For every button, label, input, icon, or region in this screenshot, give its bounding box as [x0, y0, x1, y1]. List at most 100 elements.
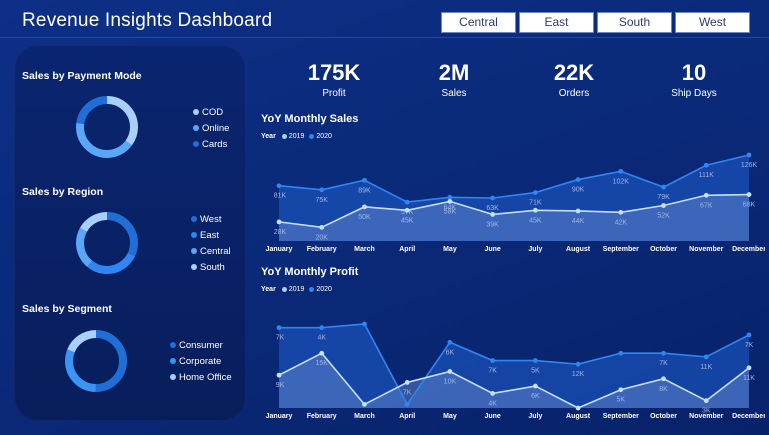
- x-tick-label: July: [528, 413, 542, 420]
- data-label-2019: 45K: [529, 217, 542, 224]
- data-point-2020[interactable]: [703, 162, 709, 168]
- data-point-2019[interactable]: [575, 208, 581, 214]
- data-point-2019[interactable]: [575, 405, 581, 411]
- data-point-2019[interactable]: [404, 207, 410, 213]
- legend-item-2020: 2020: [309, 286, 332, 293]
- data-label-2020: 75K: [315, 197, 328, 204]
- data-point-2020[interactable]: [404, 199, 410, 205]
- x-tick-label: April: [399, 413, 415, 420]
- legend-item-online: Online: [193, 120, 229, 136]
- data-label-2019: 67K: [700, 202, 713, 209]
- x-tick-label: January: [266, 246, 293, 253]
- kpi-label: Ship Days: [671, 88, 717, 99]
- data-point-2020[interactable]: [319, 325, 325, 331]
- data-point-2019[interactable]: [618, 387, 624, 393]
- data-point-2020[interactable]: [661, 184, 666, 190]
- data-label-2019: 39K: [486, 221, 499, 228]
- data-point-2020[interactable]: [618, 350, 624, 356]
- x-tick-label: September: [603, 246, 639, 253]
- data-point-2019[interactable]: [404, 380, 410, 385]
- data-point-2019[interactable]: [319, 224, 325, 230]
- data-label-2019: 8K: [659, 386, 668, 393]
- region-heading: Sales by Region: [22, 186, 104, 198]
- legend-item-cod: COD: [193, 104, 229, 120]
- x-tick-label: February: [307, 413, 337, 420]
- data-label-2019: 50K: [358, 214, 371, 221]
- data-point-2020[interactable]: [404, 401, 410, 407]
- data-label-2020: 4K: [317, 335, 326, 342]
- legend-dot: [281, 287, 287, 292]
- data-point-2020[interactable]: [532, 190, 538, 195]
- data-point-2020[interactable]: [362, 177, 367, 183]
- data-label-2019: 15K: [315, 360, 328, 367]
- x-tick-label: July: [528, 246, 542, 253]
- data-point-2019[interactable]: [661, 376, 666, 382]
- x-tick-label: December: [732, 413, 765, 420]
- legend-label: COD: [202, 106, 224, 118]
- legend-dot: [170, 374, 176, 380]
- data-point-2020[interactable]: [532, 358, 538, 363]
- x-tick-label: May: [443, 246, 457, 253]
- kpi-label: Sales: [441, 88, 467, 99]
- data-point-2019[interactable]: [490, 211, 496, 217]
- data-point-2019[interactable]: [746, 365, 752, 371]
- data-point-2019[interactable]: [661, 203, 666, 208]
- data-point-2020[interactable]: [276, 183, 282, 189]
- filter-button-south[interactable]: South: [597, 12, 672, 33]
- legend-item-home-office: Home Office: [170, 369, 232, 385]
- profit-chart-legend: Year 2019 2020: [261, 286, 337, 293]
- data-label-2020: 102K: [613, 178, 630, 185]
- data-point-2019[interactable]: [276, 372, 282, 378]
- legend-dot: [309, 134, 315, 139]
- data-point-2020[interactable]: [276, 325, 282, 331]
- data-point-2020[interactable]: [490, 358, 496, 363]
- legend-item-cards: Cards: [193, 136, 229, 152]
- kpi-value: 2M: [438, 60, 470, 85]
- data-point-2019[interactable]: [746, 192, 752, 197]
- data-point-2020[interactable]: [447, 339, 453, 345]
- data-point-2019[interactable]: [532, 383, 538, 389]
- filter-button-east[interactable]: East: [519, 12, 594, 33]
- legend-label: South: [200, 261, 225, 273]
- data-point-2020[interactable]: [661, 350, 666, 356]
- data-point-2019[interactable]: [319, 350, 325, 356]
- data-point-2019[interactable]: [532, 207, 538, 213]
- data-point-2020[interactable]: [447, 194, 453, 200]
- data-point-2020[interactable]: [746, 152, 752, 158]
- data-point-2019[interactable]: [618, 209, 624, 215]
- data-point-2020[interactable]: [575, 177, 581, 182]
- data-point-2020[interactable]: [490, 195, 496, 201]
- legend-item-south: South: [191, 259, 231, 275]
- legend-dot: [191, 264, 197, 270]
- x-tick-label: November: [689, 413, 724, 420]
- x-tick-label: February: [307, 246, 337, 253]
- header-divider: [0, 37, 769, 38]
- data-point-2020[interactable]: [703, 354, 709, 360]
- data-point-2019[interactable]: [447, 199, 453, 204]
- data-label-2020: 7K: [276, 335, 285, 342]
- data-point-2019[interactable]: [703, 192, 709, 198]
- payment-mode-legend: COD Online Cards: [193, 104, 229, 152]
- data-label-2019: 9K: [276, 382, 285, 389]
- data-point-2020[interactable]: [362, 321, 367, 327]
- data-point-2019[interactable]: [362, 401, 367, 407]
- data-point-2020[interactable]: [575, 361, 581, 367]
- data-point-2020[interactable]: [319, 187, 325, 193]
- data-label-2019: 7K: [403, 389, 412, 396]
- data-point-2019[interactable]: [276, 219, 282, 225]
- filter-button-central[interactable]: Central: [441, 12, 516, 33]
- data-label-2019: 42K: [615, 219, 628, 226]
- data-point-2019[interactable]: [362, 204, 367, 210]
- data-label-2020: 63K: [486, 205, 499, 212]
- data-point-2019[interactable]: [447, 369, 453, 374]
- filter-button-west[interactable]: West: [675, 12, 750, 33]
- data-point-2019[interactable]: [490, 390, 496, 396]
- legend-item-consumer: Consumer: [170, 337, 232, 353]
- legend-label: East: [200, 229, 220, 241]
- data-point-2020[interactable]: [618, 168, 624, 174]
- data-point-2019[interactable]: [703, 398, 709, 404]
- data-label-2019: 58K: [444, 208, 457, 215]
- data-label-2019: 4K: [488, 400, 497, 407]
- legend-item-2019: 2019: [281, 286, 304, 293]
- data-point-2020[interactable]: [746, 332, 752, 338]
